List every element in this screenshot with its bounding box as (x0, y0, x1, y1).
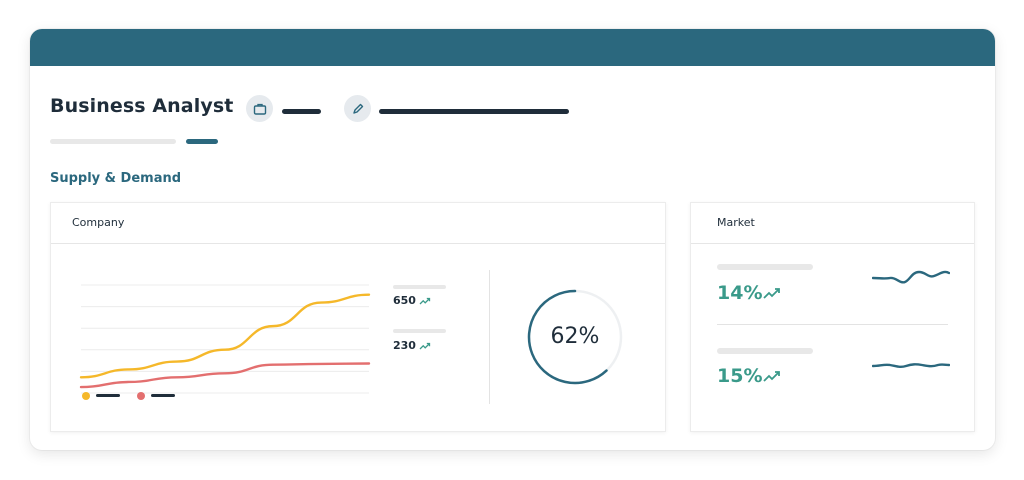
company-line-chart (79, 284, 371, 394)
stat-value-1: 650 (393, 294, 416, 307)
subtitle-placeholder (50, 139, 176, 144)
trend-up-icon (419, 342, 431, 350)
panel-divider (489, 270, 490, 404)
trend-up-icon (763, 288, 780, 299)
tag-placeholder (186, 139, 218, 144)
analyst-card: Business Analyst Supply & Demand Company… (30, 29, 995, 450)
market-value-1: 14% (717, 282, 763, 304)
company-panel-title: Company (51, 203, 665, 244)
edit-value-placeholder (379, 109, 569, 114)
market-divider (717, 324, 948, 325)
sparkline-1 (872, 270, 950, 284)
market-label-placeholder-2 (717, 348, 813, 354)
legend-label-placeholder-2 (151, 394, 175, 397)
trend-up-icon (763, 371, 780, 382)
section-label: Supply & Demand (50, 171, 182, 186)
pencil-icon[interactable] (344, 95, 371, 122)
sparkline-2 (872, 363, 950, 369)
stat-value-2: 230 (393, 339, 416, 352)
trend-up-icon (419, 297, 431, 305)
market-value-2: 15% (717, 365, 763, 387)
stat-label-placeholder-1 (393, 285, 446, 289)
legend-label-placeholder-1 (96, 394, 120, 397)
legend-dot-red (137, 392, 145, 400)
chart-series-line-2 (79, 362, 371, 389)
briefcase-icon[interactable] (246, 95, 273, 122)
page-title: Business Analyst (50, 95, 234, 117)
card-header-bar (30, 29, 995, 66)
job-value-placeholder (282, 109, 321, 114)
market-panel: Market 14% 15% (690, 202, 975, 432)
market-panel-title: Market (691, 203, 974, 244)
company-panel: Company 650 230 62% (50, 202, 666, 432)
market-label-placeholder-1 (717, 264, 813, 270)
stat-label-placeholder-2 (393, 329, 446, 333)
legend-dot-yellow (82, 392, 90, 400)
gauge-value: 62% (550, 324, 600, 349)
